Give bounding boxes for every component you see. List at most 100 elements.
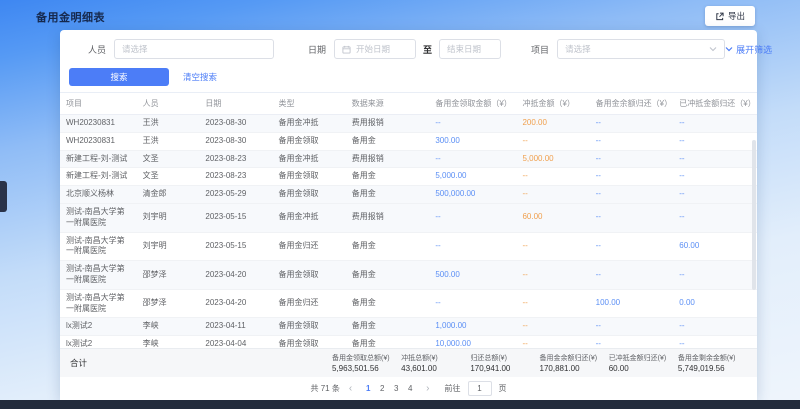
summary-stat: 已冲抵金额归还(¥)60.00 xyxy=(609,353,678,373)
project-label: 项目 xyxy=(531,43,549,56)
table-row[interactable]: 新建工程-刘-测试文圣2023-08-23备用金领取备用金5,000.00---… xyxy=(60,168,757,186)
project-filter: 项目 请选择 xyxy=(531,39,725,59)
cell-project: lx测试2 xyxy=(60,318,137,336)
cell-balance-returned: -- xyxy=(590,318,674,336)
next-page-button[interactable]: › xyxy=(424,384,431,394)
cell-offset-returned: -- xyxy=(673,150,757,168)
cell-project: 测试-南昌大学第一附属医院 xyxy=(60,203,137,232)
search-button[interactable]: 搜索 xyxy=(69,68,169,86)
summary-stat: 备用金领取总额(¥)5,963,501.56 xyxy=(332,353,401,373)
cell-received: -- xyxy=(429,150,516,168)
summary-stat-label: 备用金余额归还(¥) xyxy=(540,353,609,363)
column-header-offset-returned: 已冲抵金额归还（¥） xyxy=(673,93,757,115)
cell-offset: -- xyxy=(516,336,589,348)
summary-stat-value: 170,941.00 xyxy=(470,364,539,373)
cell-date: 2023-08-30 xyxy=(199,132,272,150)
table-row[interactable]: lx测试2李峡2023-04-11备用金领取备用金1,000.00------ xyxy=(60,318,757,336)
cell-offset-returned: 0.00 xyxy=(673,289,757,318)
cell-offset: -- xyxy=(516,261,589,290)
summary-stat-value: 43,601.00 xyxy=(401,364,470,373)
cell-person: 李峡 xyxy=(137,336,200,348)
table-row[interactable]: 新建工程-刘-测试文圣2023-08-23备用金冲抵费用报销--5,000.00… xyxy=(60,150,757,168)
cell-offset-returned: -- xyxy=(673,318,757,336)
clear-search-link[interactable]: 清空搜索 xyxy=(183,71,217,83)
cell-offset: -- xyxy=(516,186,589,204)
table-row[interactable]: WH20230831王洪2023-08-30备用金领取备用金300.00----… xyxy=(60,132,757,150)
personnel-input[interactable] xyxy=(114,39,274,59)
page-title: 备用金明细表 xyxy=(36,9,105,25)
cell-type: 备用金领取 xyxy=(273,261,346,290)
app-screen: 备用金明细表 导出 人员 日期 开始日期 xyxy=(0,0,800,409)
cell-project: 测试-南昌大学第一附属医院 xyxy=(60,232,137,261)
column-header-source: 数据来源 xyxy=(346,93,430,115)
summary-stat: 备用金余额归还(¥)170,881.00 xyxy=(540,353,609,373)
cell-person: 刘宇明 xyxy=(137,232,200,261)
cell-project: 新建工程-刘-测试 xyxy=(60,168,137,186)
date-range-separator: 至 xyxy=(423,43,432,56)
cell-offset-returned: 60.00 xyxy=(673,232,757,261)
cell-offset-returned: -- xyxy=(673,203,757,232)
column-header-balance-returned: 备用金余额归还（¥） xyxy=(590,93,674,115)
cell-date: 2023-05-15 xyxy=(199,232,272,261)
date-filter: 日期 开始日期 至 结束日期 xyxy=(308,39,501,59)
chevron-down-icon xyxy=(709,46,717,52)
start-date-input[interactable]: 开始日期 xyxy=(334,39,416,59)
table-row[interactable]: WH20230831王洪2023-08-30备用金冲抵费用报销--200.00-… xyxy=(60,115,757,133)
action-bar: 搜索 清空搜索 xyxy=(60,61,757,92)
cell-person: 邵梦泽 xyxy=(137,261,200,290)
cell-offset-returned: -- xyxy=(673,336,757,348)
cell-offset: 5,000.00 xyxy=(516,150,589,168)
page-button-3[interactable]: 3 xyxy=(389,382,403,396)
column-header-person: 人员 xyxy=(137,93,200,115)
cell-person: 李峡 xyxy=(137,318,200,336)
date-label: 日期 xyxy=(308,43,326,56)
cell-person: 王洪 xyxy=(137,132,200,150)
page-button-2[interactable]: 2 xyxy=(375,382,389,396)
table-row[interactable]: lx测试2李峡2023-04-04备用金领取备用金10,000.00------ xyxy=(60,336,757,348)
table-row[interactable]: 北京顺义杨林清金郎2023-05-29备用金领取备用金500,000.00---… xyxy=(60,186,757,204)
table-row[interactable]: 测试-南昌大学第一附属医院邵梦泽2023-04-20备用金归还备用金----10… xyxy=(60,289,757,318)
cell-project: 测试-南昌大学第一附属医院 xyxy=(60,289,137,318)
cell-project: WH20230831 xyxy=(60,115,137,133)
cell-source: 备用金 xyxy=(346,232,430,261)
summary-row: 合计 备用金领取总额(¥)5,963,501.56冲抵总额(¥)43,601.0… xyxy=(60,348,757,377)
total-count: 共 71 条 xyxy=(310,383,339,394)
table-row[interactable]: 测试-南昌大学第一附属医院刘宇明2023-05-15备用金冲抵费用报销--60.… xyxy=(60,203,757,232)
page-button-4[interactable]: 4 xyxy=(403,382,417,396)
project-select[interactable]: 请选择 xyxy=(557,39,725,59)
cell-source: 费用报销 xyxy=(346,115,430,133)
table-row[interactable]: 测试-南昌大学第一附属医院刘宇明2023-05-15备用金归还备用金------… xyxy=(60,232,757,261)
cell-person: 王洪 xyxy=(137,115,200,133)
pagination: 共 71 条 ‹ 1234 › 前往 页 xyxy=(60,377,757,400)
end-date-input[interactable]: 结束日期 xyxy=(439,39,501,59)
cell-received: 5,000.00 xyxy=(429,168,516,186)
summary-stat-label: 备用金剩余金额(¥) xyxy=(678,353,747,363)
table-row[interactable]: 测试-南昌大学第一附属医院邵梦泽2023-04-20备用金领取备用金500.00… xyxy=(60,261,757,290)
cell-source: 备用金 xyxy=(346,261,430,290)
cell-project: lx测试2 xyxy=(60,336,137,348)
expand-filter-link[interactable]: 展开筛选 xyxy=(725,43,772,56)
cell-source: 费用报销 xyxy=(346,203,430,232)
goto-page-input[interactable] xyxy=(468,381,492,396)
summary-stat-value: 170,881.00 xyxy=(540,364,609,373)
summary-stat-label: 归还总额(¥) xyxy=(470,353,539,363)
export-button[interactable]: 导出 xyxy=(705,6,755,26)
cell-type: 备用金冲抵 xyxy=(273,203,346,232)
calendar-icon xyxy=(342,45,351,54)
table-scrollbar-thumb[interactable] xyxy=(752,140,756,290)
start-date-placeholder: 开始日期 xyxy=(356,43,390,55)
sidebar-collapse-handle[interactable] xyxy=(0,181,7,212)
cell-date: 2023-04-20 xyxy=(199,289,272,318)
end-date-placeholder: 结束日期 xyxy=(447,43,481,55)
table-header-row: 项目人员日期类型数据来源备用金领取金额（¥）冲抵金额（¥）备用金余额归还（¥）已… xyxy=(60,93,757,115)
cell-source: 备用金 xyxy=(346,336,430,348)
personnel-label: 人员 xyxy=(88,43,106,56)
cell-date: 2023-05-29 xyxy=(199,186,272,204)
page-button-1[interactable]: 1 xyxy=(361,382,375,396)
cell-received: -- xyxy=(429,203,516,232)
expand-filter-label: 展开筛选 xyxy=(736,43,772,56)
cell-date: 2023-04-20 xyxy=(199,261,272,290)
summary-stat-label: 冲抵总额(¥) xyxy=(401,353,470,363)
prev-page-button[interactable]: ‹ xyxy=(347,384,354,394)
filter-bar: 人员 日期 开始日期 至 结束日期 项目 xyxy=(60,30,757,61)
